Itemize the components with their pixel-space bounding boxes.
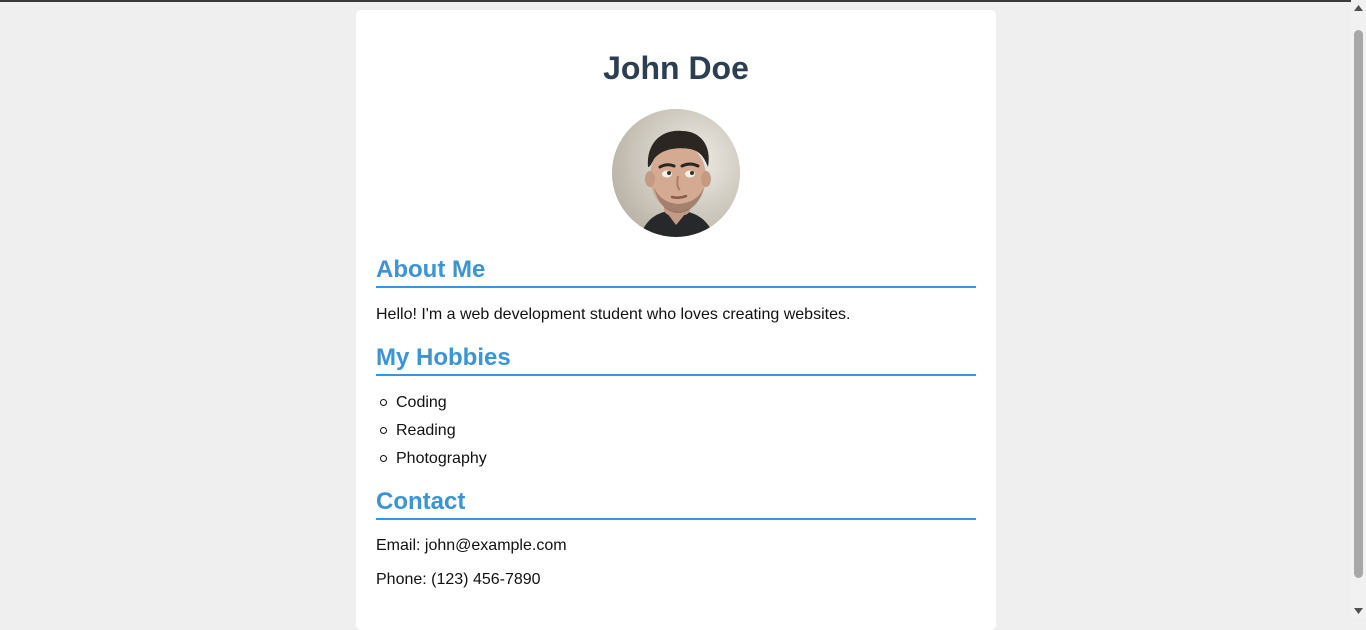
hobby-label: Photography — [396, 450, 487, 467]
page-title: John Doe — [603, 50, 749, 86]
circle-bullet-icon — [380, 399, 387, 406]
avatar-photo — [612, 109, 740, 237]
list-item: Photography — [376, 449, 487, 477]
hobby-label: Reading — [396, 422, 456, 439]
avatar — [612, 109, 740, 237]
profile-card: John Doe About Me Hello! I'm a web devel… — [356, 10, 996, 630]
contact-heading: Contact — [376, 488, 976, 520]
chevron-up-icon[interactable] — [1351, 0, 1366, 15]
hobbies-heading: My Hobbies — [376, 344, 976, 376]
hobby-label: Coding — [396, 394, 447, 411]
contact-email: Email: john@example.com — [376, 537, 567, 554]
contact-phone: Phone: (123) 456-7890 — [376, 571, 541, 588]
about-heading: About Me — [376, 256, 976, 288]
about-text: Hello! I'm a web development student who… — [376, 306, 851, 323]
circle-bullet-icon — [380, 427, 387, 434]
scrollbar-thumb[interactable] — [1354, 30, 1363, 578]
hobbies-list: Coding Reading Photography — [376, 393, 487, 477]
list-item: Coding — [376, 393, 487, 421]
chevron-down-icon[interactable] — [1351, 603, 1366, 618]
list-item: Reading — [376, 421, 487, 449]
vertical-scrollbar[interactable] — [1351, 0, 1366, 618]
window-top-border — [0, 0, 1366, 2]
circle-bullet-icon — [380, 455, 387, 462]
